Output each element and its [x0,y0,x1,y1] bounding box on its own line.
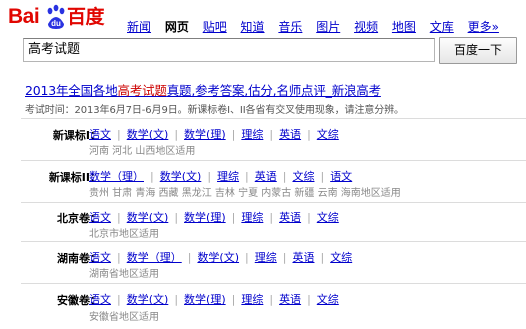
region-note: 安徽省地区适用 [89,312,159,323]
subject-link[interactable]: 数学(文) [160,170,202,183]
subject-link[interactable]: 理综 [241,211,263,224]
subject-link[interactable]: 数学（理） [89,170,144,183]
baidu-logo[interactable]: Bai du 百度 [5,2,109,36]
subject-link[interactable]: 数学(文) [127,293,169,306]
subject-link[interactable]: 文综 [292,170,314,183]
top-nav: 新闻 网页 贴吧 知道 音乐 图片 视频 地图 文库 更多» [127,18,509,35]
subject-link[interactable]: 数学(理) [184,293,226,306]
subject-link[interactable]: 英语 [279,293,301,306]
subject-link[interactable]: 语文 [330,170,352,183]
subject-link[interactable]: 数学(理) [184,128,226,141]
nav-music[interactable]: 音乐 [278,20,302,34]
subject-link[interactable]: 理综 [241,293,263,306]
subject-link[interactable]: 语文 [89,293,111,306]
subject-link[interactable]: 英语 [279,211,301,224]
subject-links: 语文 | 数学（理） | 数学(文) | 理综 | 英语 | 文综 [89,251,353,264]
subject-link[interactable]: 数学(文) [127,128,169,141]
region-note: 贵州 甘肃 青海 西藏 黑龙江 吉林 宁夏 内蒙古 新疆 云南 海南地区适用 [89,188,401,199]
exam-card: 安徽卷： 语文 | 数学(文) | 数学(理) | 理综 | 英语 | 文综 安徽省地区适用 [21,283,526,329]
paw-icon: du [47,4,65,29]
subject-link[interactable]: 数学(理) [184,211,226,224]
result-description: 考试时间：2013年6月7日-6月9日。新课标卷I、II各省有交叉使用现象，请注… [25,105,404,116]
nav-wenku[interactable]: 文库 [430,20,454,34]
result-title-part: 真题,参考答案,估分,名师点评_新浪高考 [166,83,381,98]
subject-link[interactable]: 英语 [292,251,314,264]
nav-images[interactable]: 图片 [316,20,340,34]
subject-link[interactable]: 文综 [317,128,339,141]
exam-card: 新课标II： 数学（理） | 数学(文) | 理综 | 英语 | 文综 | 语文 贵州 甘肃 青海 … [21,160,526,203]
result-title-part: 2013年全国各地 [25,83,118,98]
logo-bai-text: Bai [8,5,40,28]
subject-link[interactable]: 语文 [89,251,111,264]
subject-link[interactable]: 理综 [241,128,263,141]
nav-map[interactable]: 地图 [392,20,416,34]
subject-link[interactable]: 英语 [279,128,301,141]
nav-web[interactable]: 网页 [165,20,189,34]
subject-link[interactable]: 数学(文) [127,211,169,224]
subject-link[interactable]: 文综 [317,211,339,224]
subject-link[interactable]: 文综 [330,251,352,264]
region-note: 湖南省地区适用 [89,269,159,280]
region-note: 北京市地区适用 [89,229,159,240]
subject-link[interactable]: 数学（理） [127,251,182,264]
result-title-link[interactable]: 2013年全国各地高考试题真题,参考答案,估分,名师点评_新浪高考 [25,80,381,99]
subject-links: 语文 | 数学(文) | 数学(理) | 理综 | 英语 | 文综 [89,128,339,141]
nav-video[interactable]: 视频 [354,20,378,34]
subject-link[interactable]: 语文 [89,211,111,224]
logo-chinese-text: 百度 [67,6,105,28]
nav-news[interactable]: 新闻 [127,20,151,34]
region-note: 河南 河北 山西地区适用 [89,146,196,157]
nav-more[interactable]: 更多» [468,20,499,34]
result-title-highlight: 高考试题 [117,83,167,98]
subject-link[interactable]: 语文 [89,128,111,141]
subject-links: 语文 | 数学(文) | 数学(理) | 理综 | 英语 | 文综 [89,211,339,224]
search-input[interactable] [23,38,435,62]
subject-links: 语文 | 数学(文) | 数学(理) | 理综 | 英语 | 文综 [89,293,339,306]
subject-link[interactable]: 文综 [317,293,339,306]
nav-tieba[interactable]: 贴吧 [203,20,227,34]
subject-link[interactable]: 理综 [255,251,277,264]
logo-du-text: du [51,19,61,28]
exam-card: 湖南卷： 语文 | 数学（理） | 数学(文) | 理综 | 英语 | 文综 湖南省地区适用 [21,241,526,284]
exam-card: 北京卷： 语文 | 数学(文) | 数学(理) | 理综 | 英语 | 文综 北京市地区适用 [21,202,526,242]
exam-card: 新课标I： 语文 | 数学(文) | 数学(理) | 理综 | 英语 | 文综 河南 河北 山西地区… [21,118,526,161]
subject-link[interactable]: 英语 [255,170,277,183]
search-button[interactable]: 百度一下 [439,37,517,64]
subject-link[interactable]: 理综 [217,170,239,183]
subject-links: 数学（理） | 数学(文) | 理综 | 英语 | 文综 | 语文 [89,170,353,183]
nav-zhidao[interactable]: 知道 [241,20,265,34]
subject-link[interactable]: 数学(文) [197,251,239,264]
